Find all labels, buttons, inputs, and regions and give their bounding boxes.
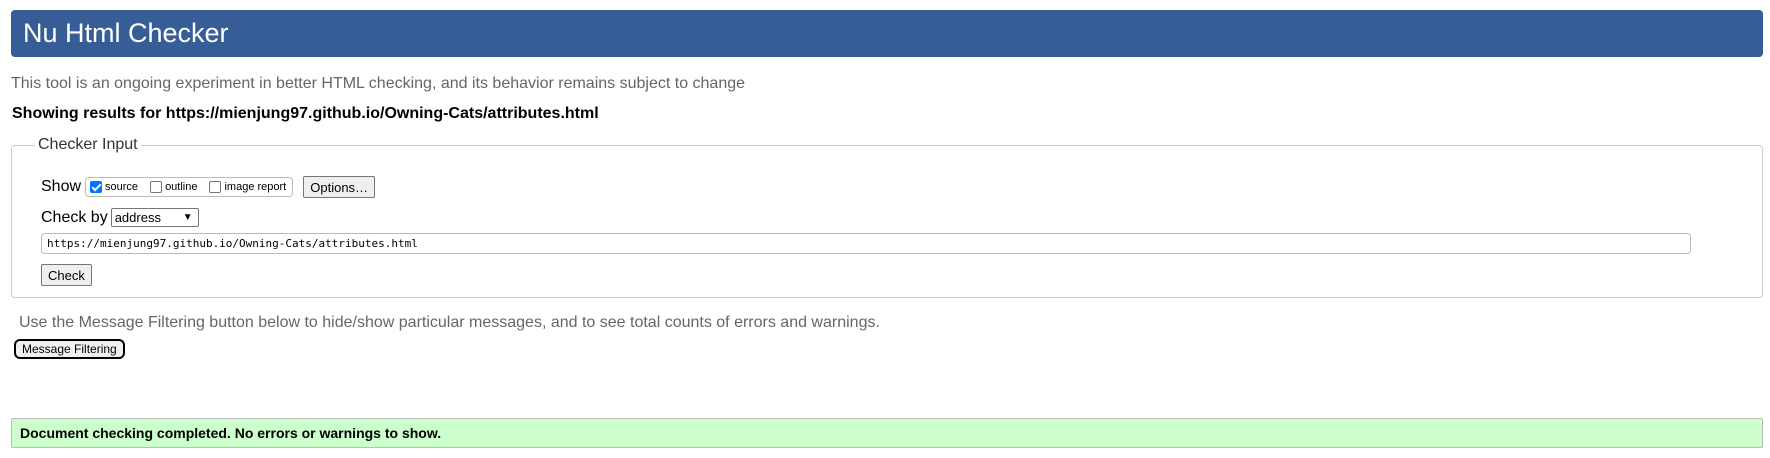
chevron-down-icon: ▼ <box>182 212 193 223</box>
source-checkbox[interactable] <box>90 181 103 193</box>
show-label: Show <box>41 178 82 195</box>
url-input[interactable]: https://mienjung97.github.io/Owning-Cats… <box>41 233 1691 254</box>
show-image-report-option[interactable]: image report <box>209 181 286 193</box>
show-options-group: source outline image report <box>85 177 294 197</box>
page-header: Nu Html Checker <box>11 10 1763 57</box>
check-by-label: Check by <box>41 208 108 226</box>
results-for-heading: Showing results for https://mienjung97.g… <box>12 105 599 122</box>
show-source-option[interactable]: source <box>90 181 138 193</box>
show-row: Show source outline image report Options… <box>41 176 376 198</box>
show-outline-option[interactable]: outline <box>150 181 197 193</box>
check-by-row: Check by address ▼ <box>41 208 199 227</box>
check-by-select[interactable]: address ▼ <box>110 208 199 227</box>
message-filtering-button[interactable]: Message Filtering <box>14 339 125 359</box>
outline-checkbox-label: outline <box>165 181 198 193</box>
image-report-checkbox-label: image report <box>224 181 287 193</box>
check-button[interactable]: Check <box>41 264 92 286</box>
message-filtering-note: Use the Message Filtering button below t… <box>19 314 880 331</box>
checker-input-fieldset: Checker Input Show source outline image … <box>11 136 1763 298</box>
source-checkbox-label: source <box>105 181 139 193</box>
page-title: Nu Html Checker <box>23 18 229 48</box>
options-button[interactable]: Options… <box>303 176 376 198</box>
result-status-message: Document checking completed. No errors o… <box>11 418 1763 448</box>
check-by-selected-value: address <box>114 210 161 225</box>
tool-description: This tool is an ongoing experiment in be… <box>11 75 746 92</box>
outline-checkbox[interactable] <box>150 181 163 193</box>
image-report-checkbox[interactable] <box>209 181 222 193</box>
checker-input-legend: Checker Input <box>38 136 138 153</box>
